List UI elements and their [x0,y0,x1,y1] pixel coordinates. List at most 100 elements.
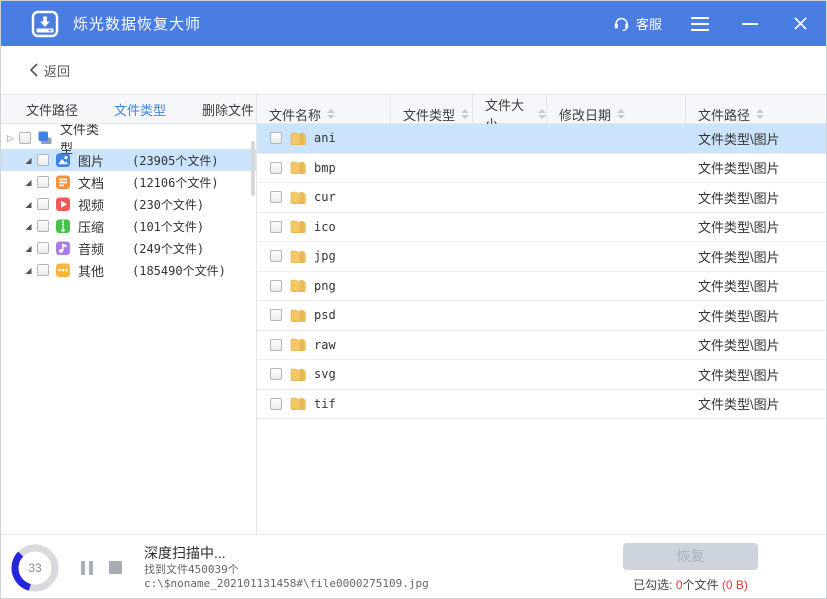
file-name: jpg [314,249,336,263]
checkbox[interactable] [270,309,282,321]
tab-file-path[interactable]: 文件路径 [26,100,78,119]
checkbox[interactable] [37,176,49,188]
file-name-cell: svg [257,360,686,389]
checkbox[interactable] [270,250,282,262]
selected-prefix: 已勾选: [633,578,672,592]
current-file-path: c:\$noname_202101131458#\file0000275109.… [144,577,429,591]
checkbox[interactable] [270,132,282,144]
checkbox[interactable] [270,191,282,203]
table-header: 文件名称 文件类型 文件大小 修改日期 文件路径 [257,95,826,123]
checkbox[interactable] [37,242,49,254]
table-row[interactable]: bmp文件类型\图片 [257,154,826,184]
tree-scrollbar[interactable] [251,141,255,196]
expand-arrow-icon[interactable]: ◢ [22,200,35,209]
close-button[interactable] [788,12,812,36]
tree-item-label: 音频 [78,239,118,258]
file-name-cell: ani [257,124,686,153]
checkbox[interactable] [270,398,282,410]
file-name-cell: psd [257,301,686,330]
tree-item-root[interactable]: ▷ 文件类型 [1,127,256,149]
expand-arrow-icon[interactable]: ▷ [4,133,17,144]
selected-count: 0 [676,578,683,592]
table-row[interactable]: png 文件类型\图片 [257,272,826,302]
folder-icon [290,396,306,411]
minimize-button[interactable] [738,12,762,36]
video-icon [55,196,71,212]
checkbox[interactable] [270,339,282,351]
expand-arrow-icon[interactable]: ◢ [22,266,35,275]
scan-info: 深度扫描中... 找到文件450039个 c:\$noname_20210113… [144,545,429,591]
folder-icon [290,367,306,382]
folder-icon [290,337,306,352]
selected-size: (0 B) [722,578,748,592]
scan-status-text: 深度扫描中... [144,545,429,563]
tree-item-document[interactable]: ◢文档(12106个文件) [1,171,256,193]
stop-button[interactable] [109,561,122,574]
file-name-cell: tif [257,390,686,419]
checkbox[interactable] [270,221,282,233]
tree-item-label: 图片 [78,151,118,170]
file-path: 文件类型\图片 [686,242,826,271]
checkbox[interactable] [270,162,282,174]
folder-icon [290,249,306,264]
folder-icon [290,308,306,323]
table-row[interactable]: tif 文件类型\图片 [257,390,826,420]
table-row[interactable]: ani文件类型\图片 [257,124,826,154]
file-name: png [314,279,336,293]
file-list: ani文件类型\图片bmp文件类型\图片cur文件类型\图片ico文件类型\图片… [257,124,826,534]
tree-item-video[interactable]: ◢视频(230个文件) [1,193,256,215]
file-path: 文件类型\图片 [686,390,826,419]
image-icon [55,152,71,168]
checkbox[interactable] [37,154,49,166]
tree-item-label: 压缩 [78,217,118,236]
app-title: 烁光数据恢复大师 [73,13,201,34]
file-path: 文件类型\图片 [686,272,826,301]
file-name-cell: bmp [257,154,686,183]
table-row[interactable]: raw文件类型\图片 [257,331,826,361]
table-row[interactable]: cur文件类型\图片 [257,183,826,213]
table-row[interactable]: svg文件类型\图片 [257,360,826,390]
tree-item-other[interactable]: ◢其他(185490个文件) [1,259,256,281]
folder-icon [290,278,306,293]
menu-button[interactable] [688,12,712,36]
folder-icon [290,190,306,205]
audio-icon [55,240,71,256]
tree-item-archive[interactable]: ◢ 压缩 (101个文件) [1,215,256,237]
expand-arrow-icon[interactable]: ◢ [22,178,35,187]
checkbox[interactable] [37,198,49,210]
scan-progress-ring: 33 [9,542,61,594]
headset-icon [613,15,630,32]
file-name: cur [314,190,336,204]
file-name: ani [314,131,336,145]
toolbar: 返回 [1,46,826,94]
expand-arrow-icon[interactable]: ◢ [22,244,35,253]
chevron-left-icon [29,63,38,77]
checkbox[interactable] [37,220,49,232]
file-path: 文件类型\图片 [686,360,826,389]
checkbox[interactable] [270,368,282,380]
sort-arrows-icon [617,109,625,119]
table-row[interactable]: ico文件类型\图片 [257,213,826,243]
file-type-tree: ▷ 文件类型 ◢图片(23905个文件)◢文档(12106个文件)◢视频(230… [1,124,257,534]
checkbox[interactable] [37,264,49,276]
tree-item-audio[interactable]: ◢ 音频 (249个文件) [1,237,256,259]
tab-file-type[interactable]: 文件类型 [114,100,166,119]
progress-percent: 33 [9,542,61,594]
file-name: ico [314,220,336,234]
expand-arrow-icon[interactable]: ◢ [22,156,35,165]
tree-item-image[interactable]: ◢图片(23905个文件) [1,149,256,171]
table-row[interactable]: psd文件类型\图片 [257,301,826,331]
checkbox[interactable] [270,280,282,292]
recover-button[interactable]: 恢复 [623,543,758,570]
expand-arrow-icon[interactable]: ◢ [22,222,35,231]
file-name: tif [314,397,336,411]
tab-deleted-files[interactable]: 删除文件 [202,100,254,119]
support-button[interactable]: 客服 [613,14,662,33]
selected-summary: 已勾选: 0个文件 (0 B) [633,576,748,593]
table-row[interactable]: jpg 文件类型\图片 [257,242,826,272]
checkbox[interactable] [19,132,31,144]
tree-item-count: (101个文件) [132,218,204,235]
tree-item-count: (249个文件) [132,240,204,257]
back-button[interactable]: 返回 [29,61,70,80]
pause-button[interactable] [81,561,93,575]
